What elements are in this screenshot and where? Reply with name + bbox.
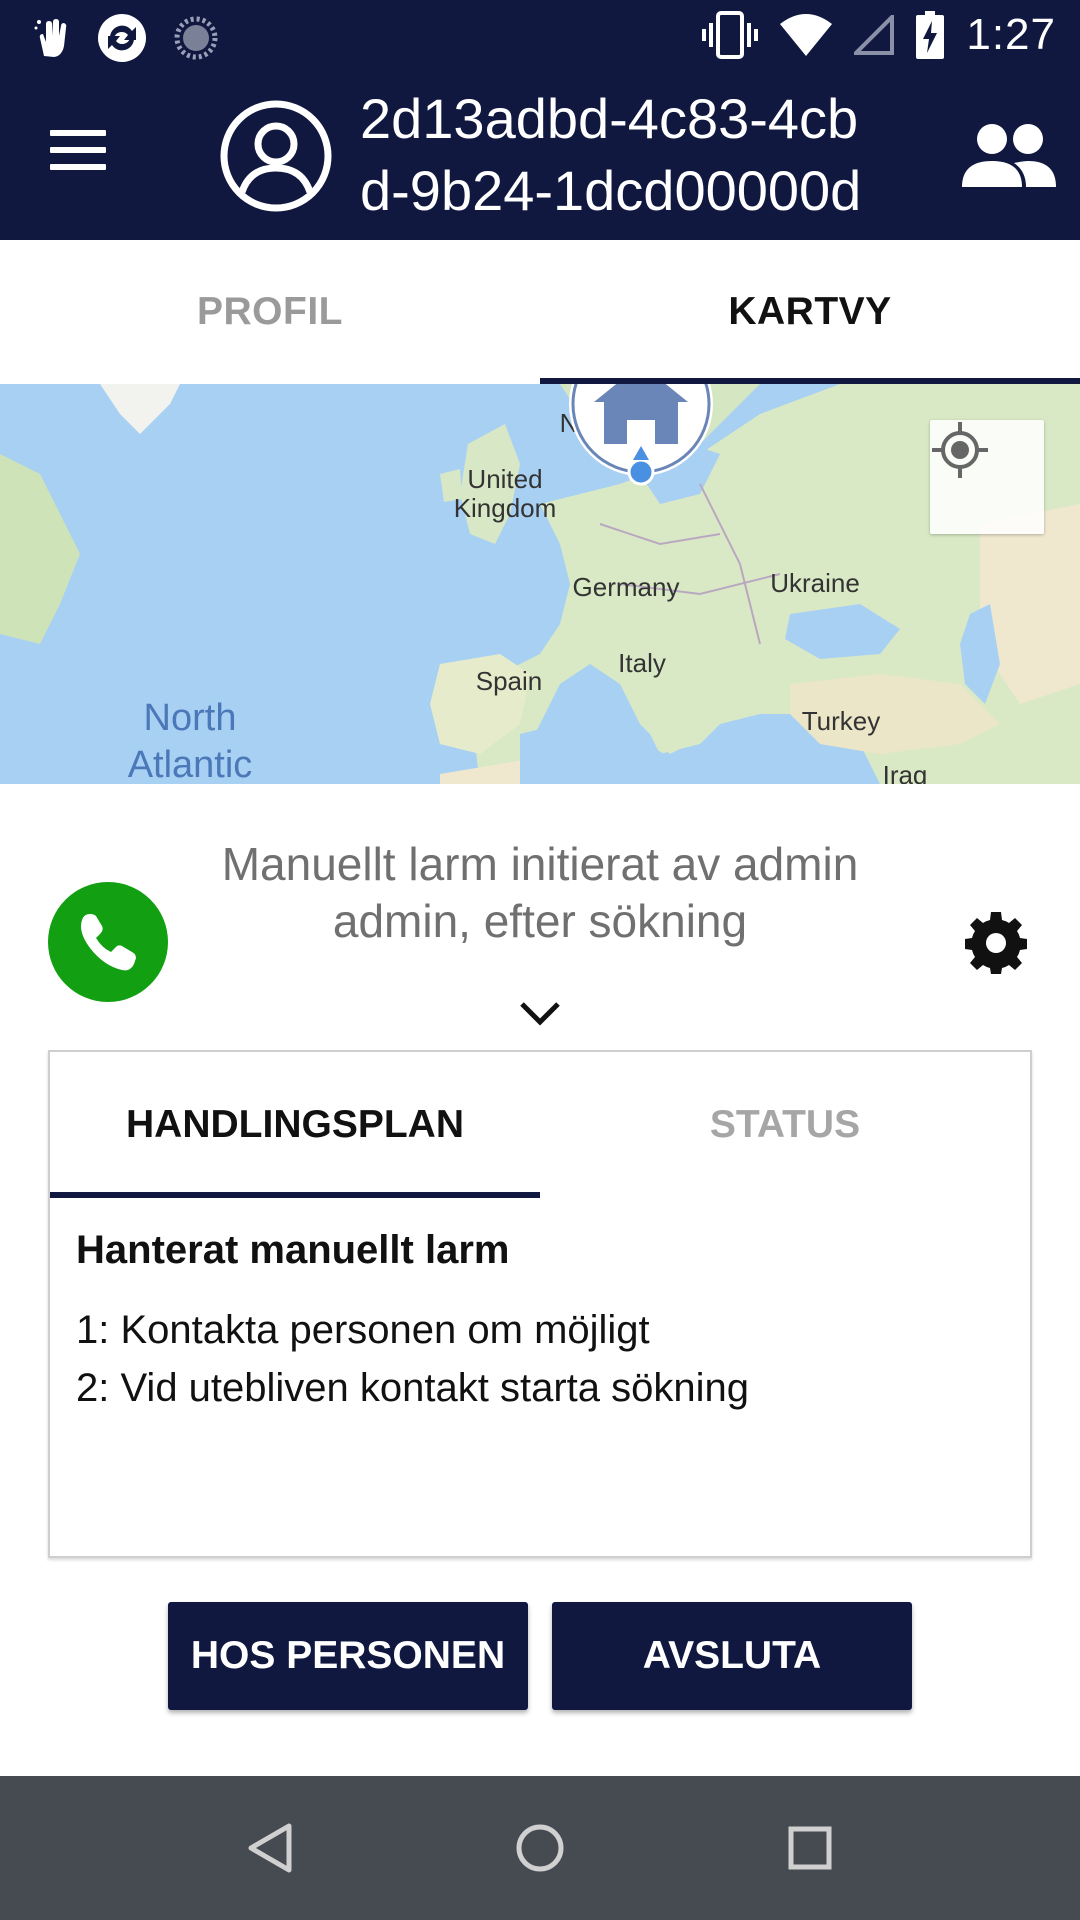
map-label-atlantic-1: North bbox=[144, 697, 237, 739]
account-circle-icon bbox=[220, 100, 332, 212]
map-label-germany: Germany bbox=[573, 572, 680, 602]
tab-kartvy-label: KARTVY bbox=[728, 290, 892, 333]
map-label-uk-1: United bbox=[467, 464, 542, 494]
battery-charging-icon bbox=[916, 11, 945, 59]
map-label-ukraine: Ukraine bbox=[770, 568, 860, 598]
action-plan-card: HANDLINGSPLAN STATUS Hanterat manuellt l… bbox=[48, 1050, 1032, 1558]
tab-profil-label: PROFIL bbox=[197, 290, 343, 333]
home-icon[interactable] bbox=[502, 1810, 578, 1886]
main-tabs: PROFIL KARTVY bbox=[0, 240, 1080, 384]
loading-icon bbox=[174, 16, 218, 60]
app-bar: 2d13adbd-4c83-4cbd-9b24-1dcd00000d5 bbox=[0, 75, 1080, 240]
map-label-uk-2: Kingdom bbox=[454, 493, 557, 523]
hand-icon bbox=[34, 19, 67, 57]
gear-icon[interactable] bbox=[964, 910, 1028, 974]
chevron-down-icon[interactable] bbox=[516, 996, 564, 1030]
card-tab-indicator bbox=[50, 1192, 540, 1198]
my-location-icon[interactable] bbox=[930, 420, 1044, 534]
tab-profil[interactable]: PROFIL bbox=[0, 240, 540, 384]
plan-step: 1: Kontakta personen om möjligt bbox=[76, 1308, 650, 1352]
tab-handlingsplan[interactable]: HANDLINGSPLAN bbox=[50, 1052, 540, 1198]
plan-title: Hanterat manuellt larm bbox=[76, 1228, 510, 1272]
plan-step: 2: Vid utebliven kontakt starta sökning bbox=[76, 1366, 750, 1410]
map-label-atlantic-2: Atlantic bbox=[128, 744, 253, 784]
wifi-icon bbox=[780, 14, 833, 56]
avsluta-button[interactable]: AVSLUTA bbox=[552, 1602, 912, 1710]
alarm-message: Manuellt larm initierat av admin admin, … bbox=[221, 838, 859, 947]
map-label-spain: Spain bbox=[476, 666, 543, 696]
signal-icon bbox=[854, 15, 895, 55]
back-icon[interactable] bbox=[232, 1810, 308, 1886]
tab-handlingsplan-label: HANDLINGSPLAN bbox=[126, 1103, 464, 1146]
vibrate-icon bbox=[702, 11, 759, 59]
recents-icon[interactable] bbox=[772, 1810, 848, 1886]
tab-status-label: STATUS bbox=[709, 1103, 861, 1146]
person-id-title: 2d13adbd-4c83-4cbd-9b24-1dcd00000d5 bbox=[360, 87, 862, 240]
tab-kartvy[interactable]: KARTVY bbox=[540, 240, 1080, 384]
call-button[interactable] bbox=[48, 882, 168, 1002]
status-bar: 1:27 bbox=[0, 0, 1080, 75]
hos-personen-button[interactable]: HOS PERSONEN bbox=[168, 1602, 528, 1710]
map-canvas: United Kingdom Germany Ukraine Spain Ita… bbox=[0, 384, 1080, 784]
clock: 1:27 bbox=[966, 10, 1056, 59]
map-view[interactable]: United Kingdom Germany Ukraine Spain Ita… bbox=[0, 384, 1080, 784]
map-label-italy: Italy bbox=[618, 648, 666, 678]
phone-icon bbox=[81, 914, 136, 971]
group-icon[interactable] bbox=[958, 115, 1058, 195]
map-label-turkey: Turkey bbox=[802, 706, 881, 736]
tab-status[interactable]: STATUS bbox=[540, 1052, 1030, 1198]
sync-icon bbox=[98, 14, 146, 62]
map-label-iraq: Iraq bbox=[883, 760, 928, 784]
system-nav-bar bbox=[0, 1776, 1080, 1920]
menu-icon[interactable] bbox=[50, 130, 120, 190]
